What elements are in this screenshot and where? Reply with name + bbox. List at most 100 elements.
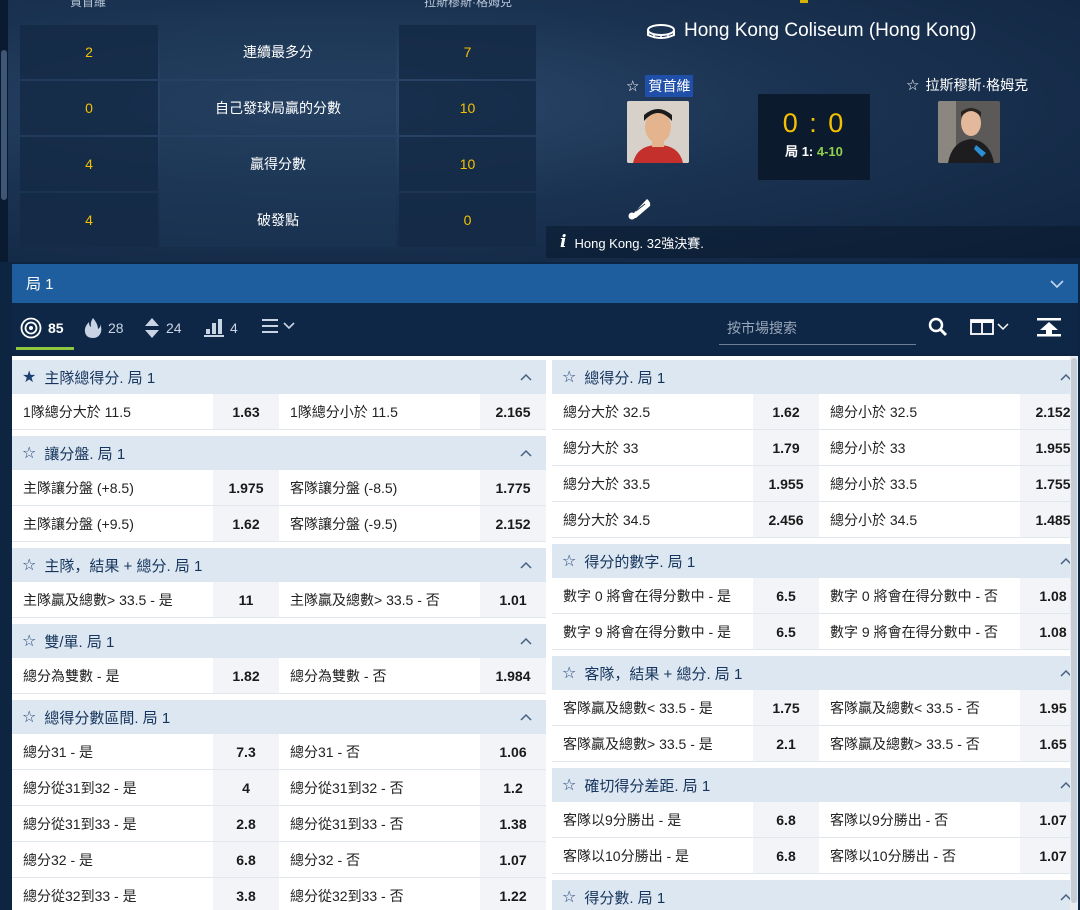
outcome-name[interactable]: 數字 9 將會在得分數中 - 是 — [552, 614, 753, 649]
market-header[interactable]: ☆ 總得分. 局 1 — [552, 360, 1078, 394]
outcome-name[interactable]: 數字 0 將會在得分數中 - 否 — [819, 578, 1020, 613]
player2-name[interactable]: 拉斯穆斯·格姆克 — [925, 75, 1028, 95]
chevron-up-icon[interactable] — [520, 557, 532, 572]
market-header[interactable]: ★ 主隊總得分. 局 1 — [12, 360, 546, 394]
player1-name[interactable]: 賀首維 — [645, 75, 694, 97]
outcome-odds[interactable]: 1.2 — [480, 770, 546, 805]
outcome-name[interactable]: 總分大於 33.5 — [552, 466, 753, 501]
outcome-odds[interactable]: 1.63 — [213, 394, 279, 429]
favorite-star-filled-icon[interactable]: ★ — [22, 367, 36, 387]
outcome-name[interactable]: 總分小於 33 — [819, 430, 1020, 465]
outcome-name[interactable]: 總分從31到32 - 否 — [279, 770, 480, 805]
filter-all-count[interactable]: 85 — [48, 320, 64, 336]
outcome-name[interactable]: 總分從32到33 - 是 — [12, 878, 213, 910]
outcome-odds[interactable]: 1.06 — [480, 734, 546, 769]
outcome-name[interactable]: 總分從31到33 - 是 — [12, 806, 213, 841]
outcome-name[interactable]: 總分從32到33 - 否 — [279, 878, 480, 910]
outcome-name[interactable]: 總分大於 34.5 — [552, 502, 753, 537]
outcome-name[interactable]: 總分32 - 否 — [279, 842, 480, 877]
set-selector-label[interactable]: 局 1 — [26, 273, 54, 294]
outcome-odds[interactable]: 7.3 — [213, 734, 279, 769]
player1[interactable]: ☆ 賀首維 — [626, 75, 694, 97]
outcome-name[interactable]: 主隊贏及總數> 33.5 - 是 — [12, 582, 213, 617]
chevron-down-icon[interactable] — [1050, 276, 1064, 292]
market-header[interactable]: ☆ 得分數. 局 1 — [552, 880, 1078, 910]
market-search[interactable] — [719, 313, 916, 345]
filter-updown-count[interactable]: 24 — [166, 320, 182, 336]
chevron-up-icon[interactable] — [520, 369, 532, 384]
outcome-name[interactable]: 主隊贏及總數> 33.5 - 否 — [279, 582, 480, 617]
outcome-odds[interactable]: 6.8 — [753, 838, 819, 873]
outcome-name[interactable]: 總分小於 32.5 — [819, 394, 1020, 429]
outcome-name[interactable]: 客隊以10分勝出 - 否 — [819, 838, 1020, 873]
outcome-name[interactable]: 總分小於 34.5 — [819, 502, 1020, 537]
favorite-star-icon[interactable]: ☆ — [562, 551, 576, 571]
outcome-odds[interactable]: 1.984 — [480, 658, 546, 693]
outcome-name[interactable]: 1隊總分大於 11.5 — [12, 394, 213, 429]
outcome-name[interactable]: 客隊贏及總數< 33.5 - 是 — [552, 690, 753, 725]
chevron-up-icon[interactable] — [520, 633, 532, 648]
outcome-odds[interactable]: 1.975 — [213, 470, 279, 505]
scrollbar-thumb[interactable] — [1, 50, 7, 200]
outcome-name[interactable]: 客隊贏及總數> 33.5 - 是 — [552, 726, 753, 761]
outcome-name[interactable]: 主隊讓分盤 (+8.5) — [12, 470, 213, 505]
outcome-odds[interactable]: 4 — [213, 770, 279, 805]
search-icon[interactable] — [928, 317, 948, 342]
market-header[interactable]: ☆ 雙/單. 局 1 — [12, 624, 546, 658]
market-header[interactable]: ☆ 主隊，結果 + 總分. 局 1 — [12, 548, 546, 582]
left-scrollbar[interactable] — [0, 0, 8, 262]
outcome-odds[interactable]: 1.775 — [480, 470, 546, 505]
filter-more-dropdown[interactable] — [262, 317, 298, 335]
favorite-star-icon[interactable]: ☆ — [626, 77, 639, 95]
scrollbar-thumb[interactable] — [1071, 358, 1077, 903]
market-header[interactable]: ☆ 讓分盤. 局 1 — [12, 436, 546, 470]
favorite-star-icon[interactable]: ☆ — [22, 555, 36, 575]
market-header[interactable]: ☆ 確切得分差距. 局 1 — [552, 768, 1078, 802]
outcome-name[interactable]: 數字 0 將會在得分數中 - 是 — [552, 578, 753, 613]
outcome-odds[interactable]: 6.5 — [753, 614, 819, 649]
outcome-odds[interactable]: 1.79 — [753, 430, 819, 465]
chevron-up-icon[interactable] — [520, 709, 532, 724]
outcome-name[interactable]: 總分為雙數 - 是 — [12, 658, 213, 693]
market-search-input[interactable] — [719, 313, 916, 343]
outcome-odds[interactable]: 6.8 — [213, 842, 279, 877]
outcome-name[interactable]: 1隊總分小於 11.5 — [279, 394, 480, 429]
outcome-name[interactable]: 總分從31到33 - 否 — [279, 806, 480, 841]
outcome-odds[interactable]: 6.8 — [753, 802, 819, 837]
outcome-name[interactable]: 客隊以10分勝出 - 是 — [552, 838, 753, 873]
outcome-name[interactable]: 客隊讓分盤 (-9.5) — [279, 506, 480, 541]
market-header[interactable]: ☆ 客隊，結果 + 總分. 局 1 — [552, 656, 1078, 690]
favorite-star-icon[interactable]: ☆ — [22, 631, 36, 651]
view-layout-dropdown[interactable] — [970, 319, 1009, 335]
outcome-name[interactable]: 總分31 - 否 — [279, 734, 480, 769]
favorite-star-icon[interactable]: ☆ — [906, 76, 919, 94]
outcome-name[interactable]: 總分大於 33 — [552, 430, 753, 465]
markets-scrollbar[interactable] — [1070, 356, 1078, 910]
outcome-name[interactable]: 總分從31到32 - 是 — [12, 770, 213, 805]
outcome-odds[interactable]: 2.8 — [213, 806, 279, 841]
outcome-name[interactable]: 總分31 - 是 — [12, 734, 213, 769]
filter-updown[interactable]: 24 — [144, 317, 182, 339]
outcome-odds[interactable]: 1.62 — [753, 394, 819, 429]
outcome-name[interactable]: 客隊贏及總數< 33.5 - 否 — [819, 690, 1020, 725]
outcome-odds[interactable]: 1.62 — [213, 506, 279, 541]
filter-hot[interactable]: 28 — [84, 317, 124, 339]
outcome-name[interactable]: 主隊讓分盤 (+9.5) — [12, 506, 213, 541]
outcome-name[interactable]: 總分32 - 是 — [12, 842, 213, 877]
outcome-odds[interactable]: 1.955 — [753, 466, 819, 501]
outcome-name[interactable]: 數字 9 將會在得分數中 - 否 — [819, 614, 1020, 649]
outcome-odds[interactable]: 2.152 — [480, 506, 546, 541]
outcome-odds[interactable]: 1.75 — [753, 690, 819, 725]
collapse-all-icon[interactable] — [1036, 317, 1062, 342]
outcome-odds[interactable]: 1.22 — [480, 878, 546, 910]
outcome-name[interactable]: 客隊以9分勝出 - 否 — [819, 802, 1020, 837]
outcome-odds[interactable]: 1.82 — [213, 658, 279, 693]
outcome-odds[interactable]: 11 — [213, 582, 279, 617]
outcome-odds[interactable]: 3.8 — [213, 878, 279, 910]
outcome-odds[interactable]: 1.38 — [480, 806, 546, 841]
outcome-odds[interactable]: 1.07 — [480, 842, 546, 877]
outcome-name[interactable]: 總分小於 33.5 — [819, 466, 1020, 501]
favorite-star-icon[interactable]: ☆ — [562, 775, 576, 795]
outcome-name[interactable]: 總分為雙數 - 否 — [279, 658, 480, 693]
filter-all[interactable]: 85 — [20, 317, 64, 339]
